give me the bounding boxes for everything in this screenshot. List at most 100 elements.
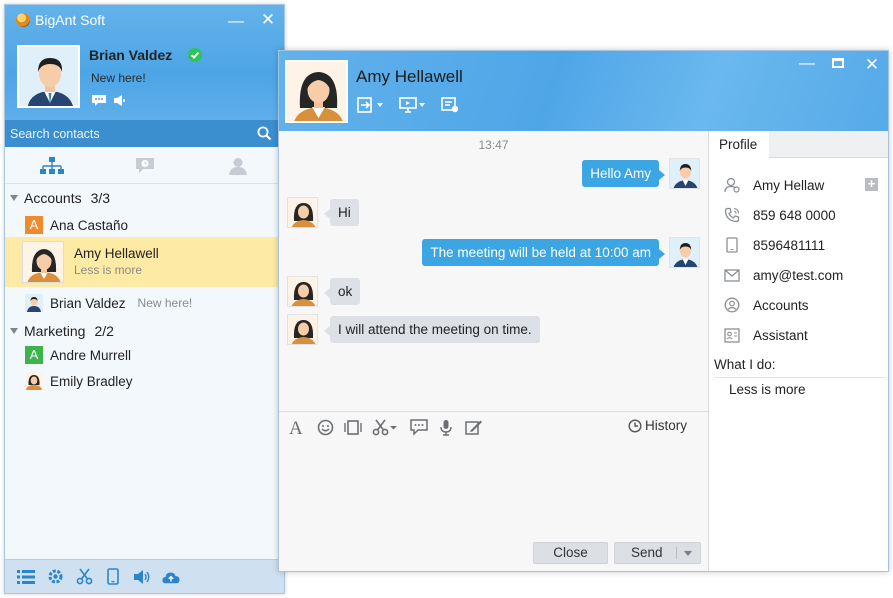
message-avatar [669, 158, 700, 189]
profile-email-value[interactable]: amy@test.com [753, 268, 843, 283]
contact-row[interactable]: A Andre Murrell [5, 344, 284, 366]
message-record-button[interactable] [441, 97, 459, 113]
contact-signature: Less is more [74, 263, 143, 277]
profile-phone-value[interactable]: 859 648 0000 [753, 208, 836, 223]
message-outgoing: The meeting will be held at 10:00 am [422, 237, 700, 268]
chat-window: Amy Hellawell — ✕ 13:47 Hello Amy Hi The… [278, 50, 889, 572]
add-contact-icon[interactable]: + [865, 177, 878, 191]
contact-avatar [22, 241, 64, 283]
contact-avatar [25, 294, 43, 312]
chat-header-tools [357, 97, 459, 113]
mail-icon [724, 267, 740, 283]
man-avatar-icon [25, 294, 43, 312]
emoji-icon[interactable] [317, 418, 334, 436]
profile-name-value: Amy Hellaw [753, 177, 825, 193]
clock-icon [628, 418, 642, 433]
notes-icon [441, 97, 459, 113]
message-incoming: Hi [287, 197, 359, 228]
send-file-button[interactable] [357, 97, 383, 113]
send-divider [676, 547, 677, 559]
contact-row-selected[interactable]: Amy Hellawell Less is more [5, 237, 284, 287]
mobile-phone-icon[interactable] [104, 568, 122, 586]
close-icon[interactable]: ✕ [863, 56, 881, 73]
volume-icon[interactable] [133, 568, 151, 586]
message-timestamp: 13:47 [478, 138, 509, 152]
contact-row[interactable]: Emily Bradley [5, 370, 284, 392]
chevron-down-icon [377, 103, 383, 107]
quick-reply-icon[interactable] [410, 418, 428, 436]
font-icon[interactable]: A [288, 418, 306, 436]
search-input[interactable] [5, 120, 255, 147]
tab-organization[interactable] [5, 147, 98, 184]
contact-row[interactable]: Brian Valdez New here! [5, 292, 284, 314]
man-avatar-icon [670, 238, 699, 267]
message-incoming: ok [287, 276, 361, 307]
menu-list-icon[interactable] [17, 568, 35, 586]
app-title: BigAnt Soft [35, 12, 106, 28]
microphone-icon[interactable] [439, 418, 453, 436]
edit-pen-icon[interactable] [465, 418, 483, 436]
user-nickname-icon [724, 177, 740, 193]
contacts-footer-toolbar [5, 559, 284, 593]
shake-window-icon[interactable] [343, 418, 363, 436]
minimize-icon[interactable]: — [227, 14, 245, 30]
contact-avatar [25, 372, 43, 390]
department-icon [724, 297, 740, 313]
tab-groups[interactable] [191, 147, 284, 184]
group-marketing[interactable]: Marketing 2/2 [5, 318, 284, 344]
mobile-phone-icon [724, 237, 740, 253]
send-options-chevron-icon[interactable] [684, 551, 692, 556]
message-bubble[interactable]: ok [323, 278, 361, 305]
message-bubble[interactable]: Hello Amy [582, 160, 665, 187]
contact-row[interactable]: A Ana Castaño [5, 214, 284, 236]
tab-recent[interactable] [98, 147, 191, 184]
gear-icon[interactable] [46, 568, 64, 586]
check-icon [190, 51, 200, 59]
scissors-icon[interactable] [75, 568, 93, 586]
history-label: History [645, 418, 688, 433]
message-bubble[interactable]: I will attend the meeting on time. [324, 316, 540, 343]
online-status-icon[interactable] [188, 48, 202, 62]
woman-avatar-icon [288, 277, 317, 306]
chat-header: Amy Hellawell — ✕ [279, 51, 888, 131]
message-bubble[interactable]: Hi [324, 199, 359, 226]
divider [714, 377, 886, 378]
peer-avatar[interactable] [285, 60, 348, 123]
chevron-down-icon [10, 195, 18, 201]
screen-share-icon [399, 97, 417, 113]
search-icon[interactable] [257, 126, 272, 141]
remote-desktop-button[interactable] [399, 97, 425, 113]
profile-mobile: 8596481111 [709, 234, 888, 256]
history-button[interactable]: History [628, 418, 687, 433]
group-accounts[interactable]: Accounts 3/3 [5, 185, 284, 211]
search-bar [5, 120, 284, 147]
message-list: 13:47 Hello Amy Hi The meeting will be h… [279, 131, 708, 411]
minimize-icon[interactable]: — [798, 56, 816, 72]
cloud-upload-icon[interactable] [162, 568, 180, 586]
what-i-do-value: Less is more [729, 382, 806, 397]
contact-signature: New here! [137, 296, 193, 310]
user-signature[interactable]: New here! [91, 71, 146, 85]
contacts-header: BigAnt Soft — ✕ Brian Valdez New here! [5, 5, 284, 120]
profile-mobile-value[interactable]: 8596481111 [753, 238, 825, 253]
message-input[interactable] [279, 441, 708, 541]
message-bubble[interactable]: The meeting will be held at 10:00 am [422, 239, 665, 266]
contact-tabs [5, 147, 284, 184]
woman-avatar-icon [25, 372, 43, 390]
letter-avatar: A [25, 216, 43, 234]
contact-name: Brian Valdez [50, 295, 126, 311]
man-avatar-icon [19, 47, 78, 106]
user-name: Brian Valdez [89, 47, 173, 63]
group-name: Accounts [24, 190, 82, 206]
app-logo-icon [16, 13, 30, 27]
profile-department-value: Accounts [753, 297, 809, 313]
close-button[interactable]: Close [533, 542, 608, 564]
woman-avatar-icon [288, 198, 317, 227]
user-avatar[interactable] [17, 45, 80, 108]
screenshot-scissors-icon[interactable] [372, 418, 398, 436]
maximize-icon[interactable] [832, 58, 844, 68]
profile-phone: 859 648 0000 [709, 204, 888, 226]
close-icon[interactable]: ✕ [259, 11, 277, 28]
tab-profile[interactable]: Profile [709, 131, 769, 158]
chat-bubble-icon[interactable] [92, 94, 132, 108]
